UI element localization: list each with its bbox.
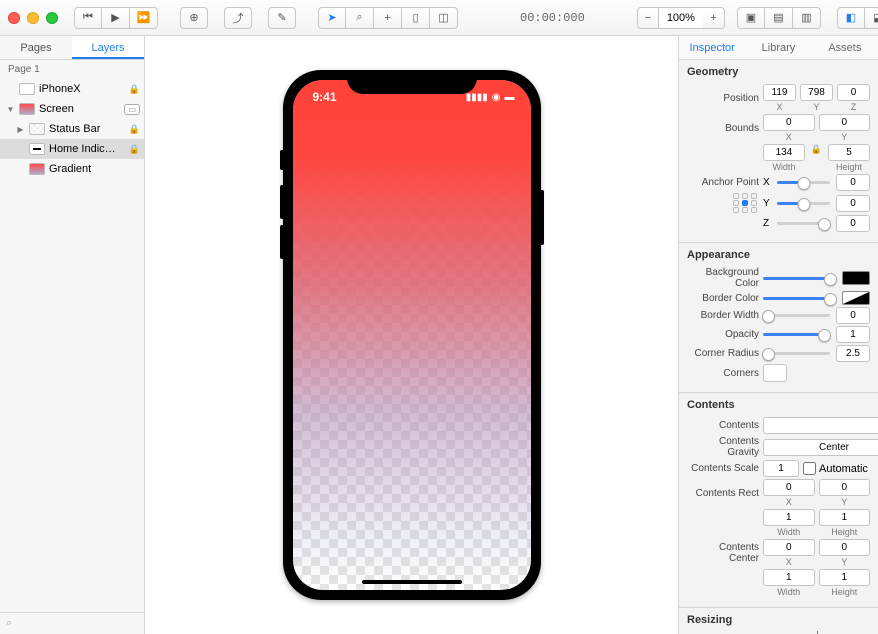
panel-bottom-toggle[interactable]: ⬓: [865, 7, 878, 29]
assets-tab[interactable]: Assets: [812, 36, 878, 59]
close-window[interactable]: [8, 12, 20, 24]
opacity-slider[interactable]: [763, 333, 830, 336]
battery-icon: ▬: [505, 92, 515, 103]
layer-iphonex[interactable]: iPhoneX🔒: [0, 79, 144, 99]
center-w[interactable]: [763, 569, 815, 586]
crop-tool[interactable]: ◫: [430, 7, 458, 29]
bordercolor-slider[interactable]: [763, 297, 836, 300]
home-indicator: [362, 580, 462, 584]
lock-icon: 🔒: [129, 124, 140, 135]
center-y[interactable]: [819, 539, 871, 556]
opacity[interactable]: [836, 326, 870, 343]
appearance-section: Appearance: [687, 249, 870, 261]
layer-statusbar[interactable]: ▶Status Bar🔒: [0, 119, 144, 139]
geometry-section: Geometry: [687, 66, 870, 78]
shape-tool[interactable]: ▯: [402, 7, 430, 29]
layers-sidebar: Pages Layers Page 1 iPhoneX🔒 ▼Screen▭ ▶S…: [0, 36, 145, 634]
gravity-select[interactable]: [763, 439, 878, 456]
fast-forward-button[interactable]: ⏩: [130, 7, 158, 29]
corner-slider[interactable]: [763, 352, 830, 355]
layer-search[interactable]: ⌕: [0, 612, 144, 634]
contents-section: Contents: [687, 399, 870, 411]
layers-tab[interactable]: Layers: [72, 36, 144, 59]
rect-x[interactable]: [763, 479, 815, 496]
status-icons: ▮▮▮▮ ◉ ▬: [466, 92, 515, 103]
lock-icon: 🔒: [129, 84, 140, 95]
time-display: 00:00:000: [520, 11, 585, 25]
inspector-tab[interactable]: Inspector: [679, 36, 745, 59]
zoom-out-button[interactable]: −: [637, 7, 659, 29]
rect-w[interactable]: [763, 509, 815, 526]
rect-h[interactable]: [819, 509, 871, 526]
canvas[interactable]: 9:41 ▮▮▮▮ ◉ ▬: [145, 36, 678, 634]
borderwidth-slider[interactable]: [763, 314, 830, 317]
position-x[interactable]: [763, 84, 796, 101]
status-time: 9:41: [313, 90, 337, 104]
bordercolor-swatch[interactable]: [842, 291, 870, 305]
anchor-z-slider[interactable]: [777, 222, 830, 225]
bounds-x[interactable]: [763, 114, 815, 131]
lock-icon: 🔒: [129, 144, 140, 155]
view-mode-1[interactable]: ▣: [737, 7, 765, 29]
pages-tab[interactable]: Pages: [0, 36, 72, 59]
automatic-check[interactable]: Automatic: [803, 462, 868, 475]
bgcolor-swatch[interactable]: [842, 271, 870, 285]
screen-layer: 9:41 ▮▮▮▮ ◉ ▬: [293, 80, 531, 590]
bounds-h[interactable]: [828, 144, 870, 161]
window-controls: [8, 12, 58, 24]
page-header: Page 1: [0, 60, 144, 79]
resizing-section: Resizing: [687, 614, 870, 626]
view-mode-2[interactable]: ▤: [765, 7, 793, 29]
minimize-window[interactable]: [27, 12, 39, 24]
zoom-value: 100%: [659, 7, 703, 29]
anchor-y-slider[interactable]: [777, 202, 830, 205]
pointer-tool[interactable]: ➤: [318, 7, 346, 29]
rect-y[interactable]: [819, 479, 871, 496]
iphone-frame: 9:41 ▮▮▮▮ ◉ ▬: [283, 70, 541, 600]
anchor-grid[interactable]: [733, 193, 759, 213]
anchor-x[interactable]: [836, 174, 870, 191]
bgcolor-slider[interactable]: [763, 277, 836, 280]
aspect-lock-icon[interactable]: 🔒: [809, 144, 824, 172]
corner-radius[interactable]: [836, 345, 870, 362]
panel-left-toggle[interactable]: ◧: [837, 7, 865, 29]
borderwidth[interactable]: [836, 307, 870, 324]
corners-control[interactable]: [763, 364, 787, 382]
add-layer-tool[interactable]: +: [374, 7, 402, 29]
layer-home-indicator[interactable]: Home Indic…🔒: [0, 139, 144, 159]
edit-button[interactable]: ✎: [268, 7, 296, 29]
gradient-layer: [293, 80, 531, 590]
skip-back-button[interactable]: ⏮: [74, 7, 102, 29]
layer-gradient[interactable]: Gradient: [0, 159, 144, 179]
magnify-tool[interactable]: ⌕: [346, 7, 374, 29]
contents-select[interactable]: [763, 417, 878, 434]
wifi-icon: ◉: [492, 92, 501, 103]
bounds-y[interactable]: [819, 114, 871, 131]
contents-scale[interactable]: [763, 460, 799, 477]
center-x[interactable]: [763, 539, 815, 556]
library-tab[interactable]: Library: [745, 36, 811, 59]
titlebar: ⏮ ▶ ⏩ ⊕ ⤴ ✎ ➤ ⌕ + ▯ ◫ 00:00:000 − 100% +…: [0, 0, 878, 36]
bounds-w[interactable]: [763, 144, 805, 161]
view-mode-3[interactable]: ▥: [793, 7, 821, 29]
center-h[interactable]: [819, 569, 871, 586]
position-z[interactable]: [837, 84, 870, 101]
zoom-in-button[interactable]: +: [703, 7, 725, 29]
mask-badge: ▭: [124, 104, 140, 115]
layer-screen[interactable]: ▼Screen▭: [0, 99, 144, 119]
play-button[interactable]: ▶: [102, 7, 130, 29]
position-y[interactable]: [800, 84, 833, 101]
anchor-z[interactable]: [836, 215, 870, 232]
inspector-sidebar: Inspector Library Assets Geometry Positi…: [678, 36, 878, 634]
signal-icon: ▮▮▮▮: [466, 92, 488, 103]
export-button[interactable]: ⤴: [224, 7, 252, 29]
anchor-x-slider[interactable]: [777, 181, 830, 184]
notch: [347, 70, 477, 94]
add-button[interactable]: ⊕: [180, 7, 208, 29]
anchor-y[interactable]: [836, 195, 870, 212]
zoom-window[interactable]: [46, 12, 58, 24]
